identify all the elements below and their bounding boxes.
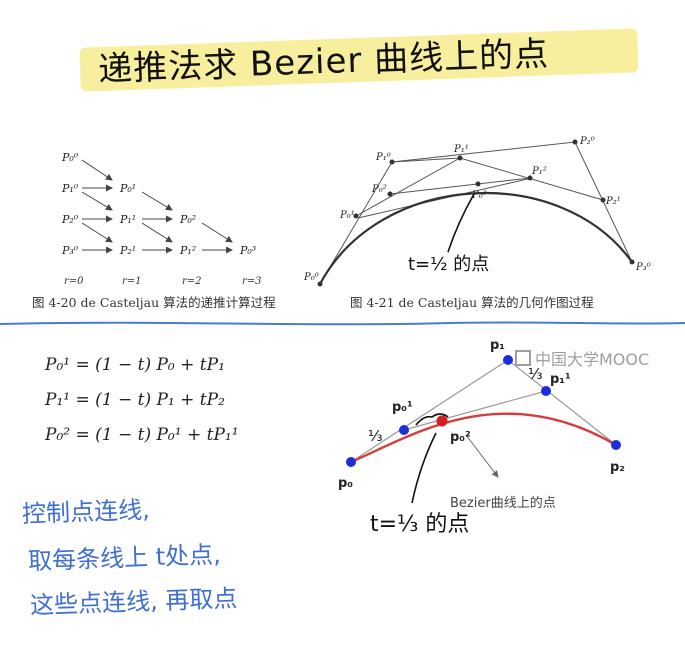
r-label: r=2 — [182, 276, 202, 287]
note-line-2: 取每条线上 t处点, — [27, 540, 222, 576]
equation-2: P₁¹ = (1 − t) P₁ + tP₂ — [45, 390, 225, 410]
bezier-curve — [350, 412, 617, 464]
figure-4-21-caption: 图 4-21 de Casteljau 算法的几何作图过程 — [350, 295, 594, 310]
label-p02: p₀² — [450, 430, 471, 445]
annotation-t-third: t=⅓ 的点 — [370, 512, 470, 537]
geo-label: P₂¹ — [605, 196, 621, 207]
control-point-p1 — [503, 355, 513, 365]
geo-label: P₁¹ — [453, 144, 469, 155]
r-label: r=1 — [122, 276, 142, 287]
control-point-p2 — [611, 440, 621, 450]
table-point: P₃⁰ — [61, 244, 79, 257]
table-point: P₁¹ — [119, 213, 136, 226]
note-line-3: 这些点连线, 再取点 — [29, 584, 238, 620]
label-p01: p₀¹ — [392, 400, 413, 415]
equation-1: P₀¹ = (1 − t) P₀ + tP₁ — [45, 355, 225, 375]
table-point: P₂⁰ — [61, 213, 79, 226]
point-p01 — [399, 425, 409, 435]
r-label: r=3 — [242, 276, 262, 287]
geo-label: P₀² — [371, 184, 387, 195]
table-point: P₀¹ — [119, 182, 136, 195]
control-polygon — [350, 359, 617, 463]
geo-label: P₂⁰ — [579, 136, 595, 147]
label-p11: p₁¹ — [550, 372, 571, 387]
table-point: P₂¹ — [119, 244, 136, 257]
top-figure: P₀⁰ P₁⁰ P₂⁰ P₃⁰ P₀¹ P₁¹ P₂¹ P₀² P₁² P₀³ … — [32, 136, 651, 310]
recursion-arrows — [81, 159, 233, 254]
annotation-arrow-top — [447, 193, 475, 253]
geo-label: P₁⁰ — [375, 152, 391, 163]
label-p1: p₁ — [490, 338, 505, 353]
table-point: P₁⁰ — [61, 182, 79, 195]
r-label: r=0 — [64, 276, 84, 287]
geo-label: P₁² — [531, 166, 547, 177]
point-p02 — [436, 415, 448, 427]
page-title: 递推法求 Bezier 曲线上的点 — [97, 34, 550, 90]
geo-label: P₃⁰ — [635, 262, 651, 273]
table-point: P₀² — [179, 213, 196, 226]
figure-4-20-caption: 图 4-20 de Casteljau 算法的递推计算过程 — [32, 295, 276, 310]
annotation-arrow-bottom — [411, 432, 437, 504]
geo-label: P₀⁰ — [303, 272, 319, 283]
table-point: P₀⁰ — [61, 151, 79, 164]
mooc-logo-icon — [515, 350, 531, 366]
control-point-p0 — [346, 457, 356, 467]
fraction-mark: ⅓ — [368, 427, 383, 445]
note-line-1: 控制点连线, — [21, 495, 151, 529]
equation-3: P₀² = (1 − t) P₀¹ + tP₁¹ — [45, 425, 239, 445]
table-point: P₀³ — [239, 244, 256, 257]
label-p0: p₀ — [338, 476, 353, 491]
mooc-watermark: 中国大学MOOC — [515, 346, 649, 370]
point-p11 — [541, 386, 551, 396]
geo-label: P₀¹ — [339, 210, 355, 221]
table-point: P₁² — [179, 244, 196, 257]
label-p2: p₂ — [610, 460, 625, 475]
annotation-t-half: t=½ 的点 — [408, 254, 489, 275]
